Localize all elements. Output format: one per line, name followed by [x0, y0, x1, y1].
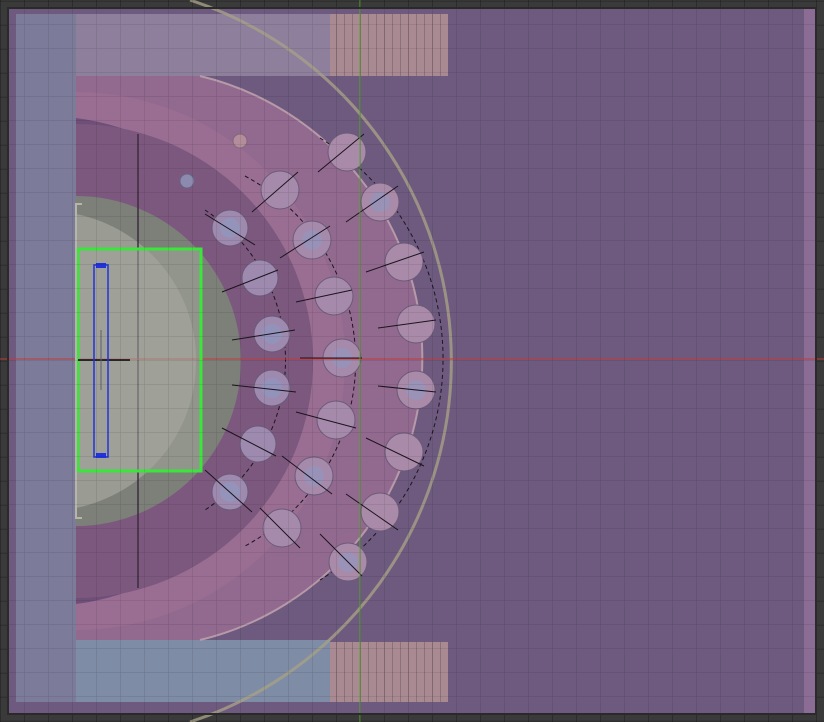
3d-viewport[interactable]	[0, 0, 824, 722]
viewport-canvas[interactable]	[0, 0, 824, 722]
grid-overlay	[0, 0, 824, 722]
